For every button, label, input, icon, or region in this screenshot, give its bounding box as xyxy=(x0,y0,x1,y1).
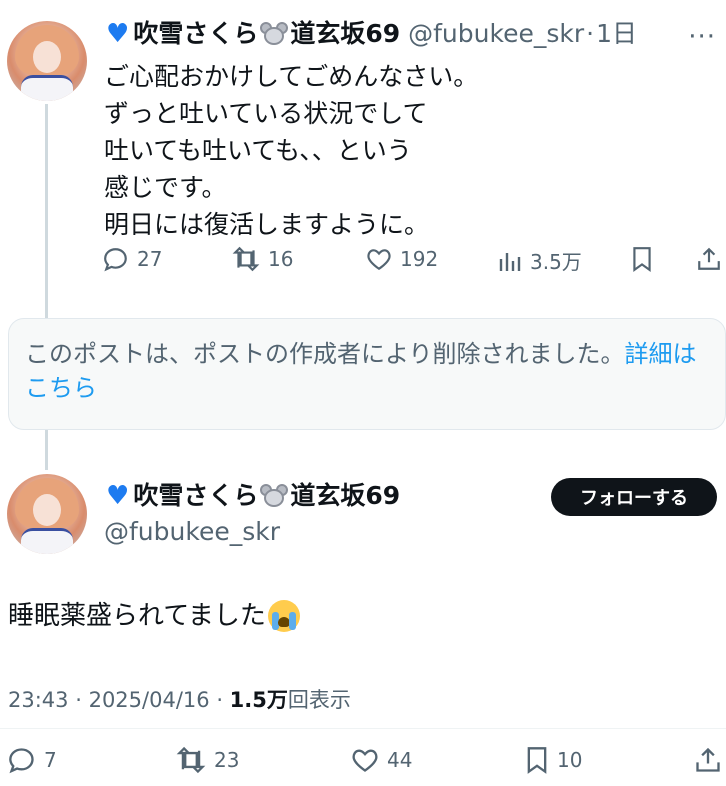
like-icon xyxy=(367,249,391,271)
reply-count: 7 xyxy=(44,748,57,772)
avatar[interactable] xyxy=(7,21,87,101)
tweet-text-line: ずっと吐いている状況でして xyxy=(104,99,428,128)
like-count: 44 xyxy=(387,748,413,772)
separator-dot: · xyxy=(216,688,230,712)
avatar[interactable] xyxy=(7,474,87,554)
thread-line xyxy=(45,104,48,318)
display-name-suffix[interactable]: 道玄坂69 xyxy=(290,480,400,512)
tweet-meta: 23:43 · 2025/04/16 · 1.5万回表示 xyxy=(8,684,351,714)
display-name[interactable]: 吹雪さくら xyxy=(133,18,258,50)
like-count: 192 xyxy=(400,247,439,271)
blue-heart-icon: ♥ xyxy=(106,19,130,49)
deleted-notice-text: このポストは、ポストの作成者により削除されました。 xyxy=(25,340,625,368)
like-icon xyxy=(352,749,378,772)
view-suffix: 回表示 xyxy=(287,688,351,712)
bookmark-icon xyxy=(527,747,547,774)
mouse-face-icon xyxy=(260,22,289,46)
separator-dot: · xyxy=(586,19,595,48)
tweet-date[interactable]: 2025/04/16 xyxy=(89,688,210,712)
share-button[interactable] xyxy=(694,746,722,774)
more-options-icon[interactable]: ··· xyxy=(688,22,716,52)
analytics-icon xyxy=(499,252,521,271)
retweet-count: 16 xyxy=(268,247,294,271)
share-icon xyxy=(696,747,720,772)
reply-icon xyxy=(104,248,127,272)
reply-icon xyxy=(9,748,34,774)
tweet-text-line: 吐いても吐いても、、という xyxy=(104,136,412,165)
display-name-suffix[interactable]: 道玄坂69 xyxy=(290,18,400,50)
bookmark-button[interactable]: 10 xyxy=(525,746,582,774)
display-name[interactable]: 吹雪さくら xyxy=(133,480,258,512)
retweet-icon xyxy=(176,746,206,774)
reply-button[interactable]: 7 xyxy=(8,746,57,774)
tweet-text: 睡眠薬盛られてました xyxy=(8,598,300,634)
retweet-count: 23 xyxy=(214,748,240,772)
action-bar: 27 16 192 3.5万 xyxy=(0,242,726,276)
share-icon xyxy=(698,247,720,270)
retweet-button[interactable]: 16 xyxy=(232,246,293,272)
handle[interactable]: @fubukee_skr xyxy=(104,516,280,548)
view-count: 3.5万 xyxy=(530,250,582,274)
separator-dot: · xyxy=(75,688,89,712)
follow-button[interactable]: フォローする xyxy=(551,478,717,516)
mouse-face-icon xyxy=(260,484,289,508)
handle[interactable]: @fubukee_skr xyxy=(408,18,584,50)
divider xyxy=(0,728,726,729)
views-button[interactable]: 3.5万 xyxy=(498,246,582,275)
thread-line xyxy=(45,430,48,470)
author-row: ♥ 吹雪さくら 道玄坂69 @fubukee_skr · 1日 xyxy=(106,18,637,50)
tweet-text-line: 明日には復活しますように。 xyxy=(104,210,430,239)
tweet-time[interactable]: 23:43 xyxy=(8,688,69,712)
view-count: 1.5万 xyxy=(229,688,288,712)
reply-button[interactable]: 27 xyxy=(103,246,162,272)
bookmark-count: 10 xyxy=(557,748,583,772)
reply-count: 27 xyxy=(137,247,163,271)
bookmark-button[interactable] xyxy=(631,246,653,272)
like-button[interactable]: 44 xyxy=(351,746,412,774)
tweet-text-content: 睡眠薬盛られてました xyxy=(8,601,266,631)
action-bar: 7 23 44 10 xyxy=(0,742,726,778)
like-button[interactable]: 192 xyxy=(366,246,438,272)
retweet-button[interactable]: 23 xyxy=(176,746,239,774)
retweet-icon xyxy=(232,246,260,272)
tweet-text-line: ご心配おかけしてごめんなさい。 xyxy=(104,62,479,91)
tweet-text: ご心配おかけしてごめんなさい。 ずっと吐いている状況でして 吐いても吐いても、、… xyxy=(104,58,478,243)
share-button[interactable] xyxy=(696,246,722,272)
tweet-text-line: 感じです。 xyxy=(104,173,227,202)
blue-heart-icon: ♥ xyxy=(106,481,130,511)
author-row: ♥ 吹雪さくら 道玄坂69 xyxy=(106,480,400,512)
bookmark-icon xyxy=(633,247,651,272)
deleted-post-notice: このポストは、ポストの作成者により削除されました。詳細はこちら xyxy=(8,318,726,430)
timestamp[interactable]: 1日 xyxy=(596,18,637,50)
handle-row: @fubukee_skr xyxy=(104,516,280,548)
loudly-crying-face-icon xyxy=(267,600,300,632)
